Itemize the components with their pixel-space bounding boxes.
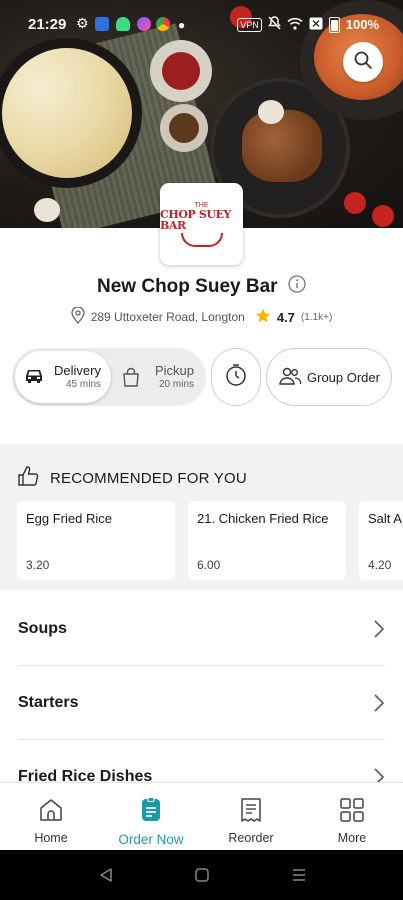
recommended-item-name: 21. Chicken Fried Rice xyxy=(197,511,329,526)
shopping-bag-icon xyxy=(122,367,140,392)
pickup-option[interactable]: Pickup 20 mins xyxy=(116,351,204,403)
close-box-icon xyxy=(309,17,323,33)
search-icon xyxy=(353,50,373,75)
recommended-item-price: 4.20 xyxy=(368,558,392,572)
status-time: 21:29 xyxy=(28,16,67,33)
delivery-option[interactable]: Delivery 45 mins xyxy=(15,351,111,403)
info-icon[interactable] xyxy=(288,275,306,298)
wifi-icon xyxy=(287,17,303,33)
vpn-icon: VPN xyxy=(237,17,262,32)
recommended-item-name: Egg Fried Rice xyxy=(26,511,112,526)
recommended-header: RECOMMENDED FOR YOU xyxy=(18,466,247,490)
pickup-label: Pickup xyxy=(154,363,194,378)
category-label: Soups xyxy=(18,620,67,637)
nav-home[interactable]: Home xyxy=(1,783,101,851)
rating-value: 4.7 xyxy=(276,309,295,325)
logo-bowl-graphic xyxy=(180,233,223,247)
home-square-icon[interactable] xyxy=(194,867,210,888)
recommended-item-price: 6.00 xyxy=(197,558,221,572)
tomato-graphic xyxy=(344,192,366,214)
mute-icon xyxy=(267,16,281,33)
restaurant-logo: THE CHOP SUEY BAR xyxy=(160,183,243,265)
dot-icon: ● xyxy=(178,18,186,32)
schedule-order-button[interactable] xyxy=(211,348,261,406)
group-icon xyxy=(278,367,302,388)
garlic-graphic xyxy=(34,198,60,222)
recommended-card[interactable]: Salt A 4.20 xyxy=(359,501,403,580)
nav-label: More xyxy=(337,831,367,845)
recommended-card[interactable]: 21. Chicken Fried Rice 6.00 xyxy=(188,501,346,580)
nav-order-now[interactable]: Order Now xyxy=(101,783,201,851)
restaurant-address: 289 Uttoxeter Road, Longton xyxy=(90,310,245,324)
star-icon xyxy=(255,308,271,327)
recommended-section: RECOMMENDED FOR YOU Egg Fried Rice 3.20 … xyxy=(0,444,403,590)
home-icon xyxy=(38,797,64,828)
category-row-starters[interactable]: Starters xyxy=(0,666,403,740)
battery-percent: 100% xyxy=(345,17,379,32)
recents-icon[interactable] xyxy=(291,867,307,888)
address-row: 289 Uttoxeter Road, Longton 4.7 (1.1k+) xyxy=(0,306,403,327)
grid-icon xyxy=(339,797,365,828)
nav-reorder[interactable]: Reorder xyxy=(201,783,301,851)
location-pin-icon xyxy=(71,306,85,327)
thumbs-up-icon xyxy=(18,466,40,490)
nav-label: Reorder xyxy=(228,831,274,845)
chrome-icon xyxy=(156,17,170,31)
sauce-bowl-graphic xyxy=(160,104,208,152)
messenger-icon xyxy=(137,17,151,31)
garlic-graphic xyxy=(258,100,284,124)
gear-icon: ⚙ xyxy=(76,15,89,31)
chevron-right-icon xyxy=(373,619,385,644)
pickup-time: 20 mins xyxy=(158,379,194,390)
receipt-icon xyxy=(239,797,263,828)
recommended-item-price: 3.20 xyxy=(26,558,50,572)
nav-more[interactable]: More xyxy=(302,783,402,851)
back-icon[interactable] xyxy=(98,867,114,888)
chevron-right-icon xyxy=(373,693,385,718)
group-order-button[interactable]: Group Order xyxy=(266,348,392,406)
order-icon xyxy=(140,797,162,828)
recommended-item-name: Salt A xyxy=(368,511,402,526)
rating-count: (1.1k+) xyxy=(300,311,333,323)
m-app-icon xyxy=(95,17,109,31)
car-icon xyxy=(23,367,45,390)
category-row-soups[interactable]: Soups xyxy=(0,592,403,666)
delivery-time: 45 mins xyxy=(65,379,101,390)
bottom-navigation: Home Order Now Reorder More xyxy=(0,782,403,850)
battery-icon xyxy=(328,16,340,33)
status-bar: 21:29 ⚙ ● VPN 100% xyxy=(0,8,403,40)
delivery-label: Delivery xyxy=(54,363,101,378)
tomato-graphic xyxy=(372,205,394,227)
android-navigation-bar xyxy=(0,850,403,900)
logo-text: CHOP SUEY BAR xyxy=(160,208,232,232)
recommended-title: RECOMMENDED FOR YOU xyxy=(50,469,247,487)
restaurant-name-row: New Chop Suey Bar xyxy=(0,275,403,298)
nav-label: Home xyxy=(34,831,68,845)
android-icon xyxy=(116,17,130,31)
restaurant-name: New Chop Suey Bar xyxy=(97,275,278,297)
nav-label: Order Now xyxy=(118,832,184,847)
search-button[interactable] xyxy=(343,42,383,82)
order-mode-toggle: Delivery 45 mins Pickup 20 mins xyxy=(12,348,206,406)
sauce-bowl-graphic xyxy=(150,40,212,102)
category-label: Starters xyxy=(18,694,79,711)
group-order-label: Group Order xyxy=(307,369,380,385)
recommended-card[interactable]: Egg Fried Rice 3.20 xyxy=(17,501,175,580)
timer-icon xyxy=(224,363,248,392)
